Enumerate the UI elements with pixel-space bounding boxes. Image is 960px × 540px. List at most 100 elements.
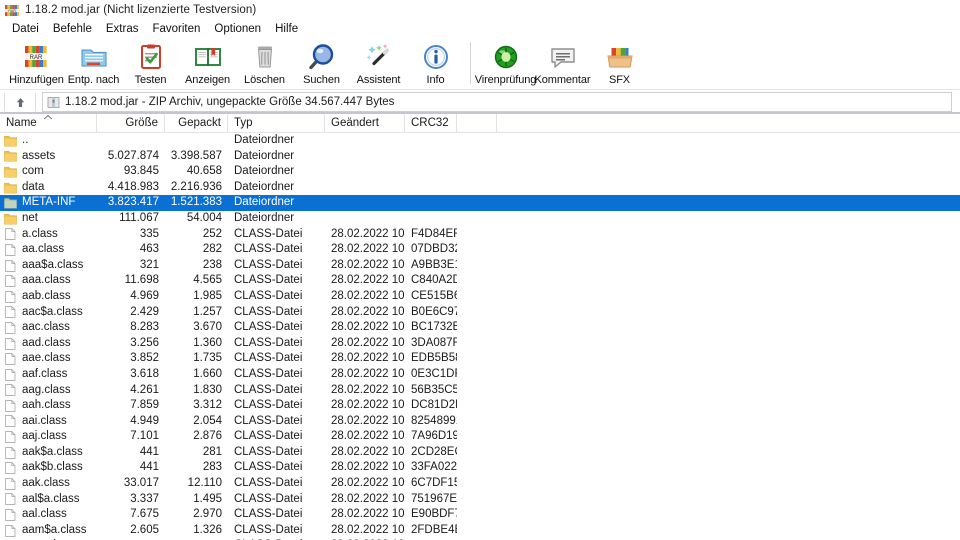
table-row[interactable]: aab.class4.9691.985CLASS-Datei28.02.2022… (0, 289, 960, 305)
toolbar-label-info: Info (427, 74, 445, 86)
address-bar: 1.18.2 mod.jar - ZIP Archiv, ungepackte … (0, 90, 960, 114)
cell-packed: 1.830 (165, 383, 228, 399)
up-arrow-icon (14, 96, 27, 109)
table-row[interactable]: data4.418.9832.216.936Dateiordner (0, 180, 960, 196)
table-row[interactable]: ..Dateiordner (0, 133, 960, 149)
table-row[interactable]: aaj.class7.1012.876CLASS-Datei28.02.2022… (0, 429, 960, 445)
toolbar-button-sfx[interactable]: SFX (591, 40, 648, 88)
toolbar-button-assistent[interactable]: Assistent (350, 40, 407, 88)
toolbar-button-anzeigen[interactable]: Anzeigen (179, 40, 236, 88)
toolbar-label-anzeigen: Anzeigen (185, 74, 230, 86)
toolbar-button-hinzufuegen[interactable]: RAR Hinzufügen (8, 40, 65, 88)
cell-size: 7.859 (97, 398, 165, 414)
menu-hilfe[interactable]: Hilfe (269, 22, 306, 36)
table-row[interactable]: a.class335252CLASS-Datei28.02.2022 10:42… (0, 227, 960, 243)
column-header-crc32[interactable]: CRC32 (405, 114, 457, 133)
file-icon (4, 260, 17, 272)
cell-name: aal.class (0, 507, 97, 523)
table-row[interactable]: aah.class7.8593.312CLASS-Datei28.02.2022… (0, 398, 960, 414)
cell-type: CLASS-Datei (228, 445, 325, 461)
cell-packed: 2.054 (165, 414, 228, 430)
table-row[interactable]: aaa$a.class321238CLASS-Datei28.02.2022 1… (0, 258, 960, 274)
toolbar-label-hinzufuegen: Hinzufügen (9, 74, 64, 86)
cell-crc32: DC81D2E1 (405, 398, 457, 414)
column-header-type[interactable]: Typ (228, 114, 325, 133)
folder-icon (4, 135, 17, 147)
toolbar-button-info[interactable]: Info (407, 40, 464, 88)
table-row[interactable]: aak$b.class441283CLASS-Datei28.02.2022 1… (0, 460, 960, 476)
menu-optionen[interactable]: Optionen (208, 22, 269, 36)
cell-name: aag.class (0, 383, 97, 399)
file-icon (4, 462, 17, 474)
cell-size: 8.283 (97, 320, 165, 336)
cell-name: data (0, 180, 97, 196)
table-row[interactable]: aak$a.class441281CLASS-Datei28.02.2022 1… (0, 445, 960, 461)
cell-type: CLASS-Datei (228, 414, 325, 430)
file-name-text: aaa$a.class (22, 258, 83, 274)
cell-name: aaa.class (0, 273, 97, 289)
column-header-size[interactable]: Größe (97, 114, 165, 133)
menu-extras[interactable]: Extras (100, 22, 147, 36)
table-row[interactable]: aam$a.class2.6051.326CLASS-Datei28.02.20… (0, 523, 960, 539)
toolbar-button-testen[interactable]: Testen (122, 40, 179, 88)
file-name-text: aac$a.class (22, 305, 83, 321)
table-row[interactable]: aag.class4.2611.830CLASS-Datei28.02.2022… (0, 383, 960, 399)
column-header-packed[interactable]: Gepackt (165, 114, 228, 133)
cell-changed: 28.02.2022 10:42 (325, 258, 405, 274)
folder-icon (4, 166, 17, 178)
cell-packed: 238 (165, 258, 228, 274)
toolbar-button-entp-nach[interactable]: Entp. nach (65, 40, 122, 88)
menu-favoriten[interactable]: Favoriten (146, 22, 208, 36)
menu-datei[interactable]: Datei (6, 22, 47, 36)
table-row[interactable]: aaa.class11.6984.565CLASS-Datei28.02.202… (0, 273, 960, 289)
toolbar-label-suchen: Suchen (303, 74, 340, 86)
cell-name: com (0, 164, 97, 180)
toolbar-button-virenpruefung[interactable]: Virenprüfung (477, 40, 534, 88)
cell-crc32: C840A2DE (405, 273, 457, 289)
cell-crc32 (405, 195, 457, 211)
folder-icon (4, 213, 17, 225)
table-row[interactable]: aak.class33.01712.110CLASS-Datei28.02.20… (0, 476, 960, 492)
column-header-name[interactable]: Name (0, 114, 97, 133)
cell-type: Dateiordner (228, 149, 325, 165)
cell-changed: 28.02.2022 10:42 (325, 383, 405, 399)
cell-changed: 28.02.2022 10:42 (325, 429, 405, 445)
cell-type: Dateiordner (228, 211, 325, 227)
file-icon (4, 353, 17, 365)
trash-bin-icon (249, 42, 281, 72)
table-row[interactable]: META-INF3.823.4171.521.383Dateiordner (0, 195, 960, 211)
file-list-pane: Name Größe Gepackt Typ Geändert CRC32 ..… (0, 114, 960, 540)
column-header-changed[interactable]: Geändert (325, 114, 405, 133)
up-one-level-button[interactable] (5, 92, 35, 112)
table-row[interactable]: aae.class3.8521.735CLASS-Datei28.02.2022… (0, 351, 960, 367)
cell-crc32 (405, 149, 457, 165)
table-row[interactable]: aac$a.class2.4291.257CLASS-Datei28.02.20… (0, 305, 960, 321)
cell-size: 93.845 (97, 164, 165, 180)
column-header-filler (457, 114, 497, 133)
table-row[interactable]: net111.06754.004Dateiordner (0, 211, 960, 227)
toolbar-button-loeschen[interactable]: Löschen (236, 40, 293, 88)
table-row[interactable]: assets5.027.8743.398.587Dateiordner (0, 149, 960, 165)
cell-crc32: 751967EA (405, 492, 457, 508)
cell-crc32 (405, 133, 457, 149)
cell-crc32 (405, 211, 457, 227)
menu-befehle[interactable]: Befehle (47, 22, 100, 36)
table-row[interactable]: aac.class8.2833.670CLASS-Datei28.02.2022… (0, 320, 960, 336)
toolbar-button-kommentar[interactable]: Kommentar (534, 40, 591, 88)
table-row[interactable]: aal$a.class3.3371.495CLASS-Datei28.02.20… (0, 492, 960, 508)
cell-type: CLASS-Datei (228, 383, 325, 399)
table-row[interactable]: aaf.class3.6181.660CLASS-Datei28.02.2022… (0, 367, 960, 383)
file-name-text: aaf.class (22, 367, 67, 383)
archive-path-field[interactable]: 1.18.2 mod.jar - ZIP Archiv, ungepackte … (42, 92, 952, 112)
view-book-icon (192, 42, 224, 72)
table-row[interactable]: aal.class7.6752.970CLASS-Datei28.02.2022… (0, 507, 960, 523)
table-row[interactable]: aa.class463282CLASS-Datei28.02.2022 10:4… (0, 242, 960, 258)
cell-size (97, 133, 165, 149)
cell-packed: 1.360 (165, 336, 228, 352)
table-row[interactable]: aad.class3.2561.360CLASS-Datei28.02.2022… (0, 336, 960, 352)
virus-scan-icon (490, 42, 522, 72)
cell-name: aak.class (0, 476, 97, 492)
table-row[interactable]: com93.84540.658Dateiordner (0, 164, 960, 180)
toolbar-button-suchen[interactable]: Suchen (293, 40, 350, 88)
table-row[interactable]: aai.class4.9492.054CLASS-Datei28.02.2022… (0, 414, 960, 430)
